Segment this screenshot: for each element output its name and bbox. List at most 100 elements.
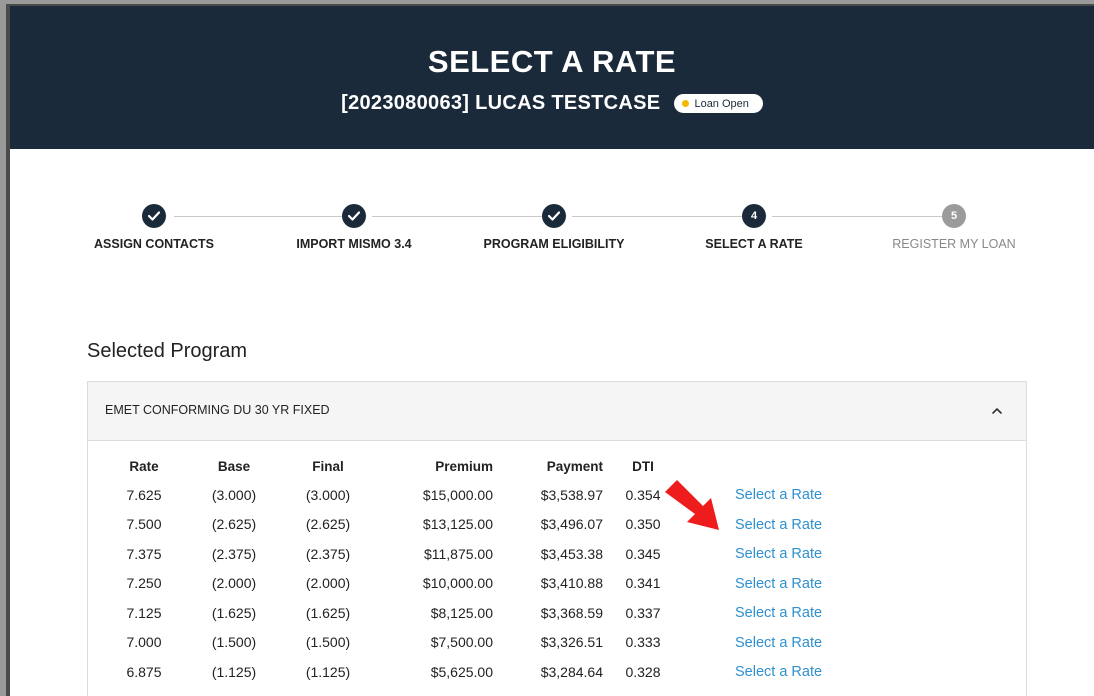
cell-payment: $3,453.38: [540, 545, 603, 562]
cell-base: (1.125): [211, 663, 257, 680]
step-import-mismo[interactable]: IMPORT MISMO 3.4: [254, 204, 454, 251]
column-spacer: [683, 452, 735, 480]
table-row: 6.875 (1.125) (1.125) $5,625.00 $3,284.6…: [108, 657, 885, 687]
cell-rate: 7.125: [126, 604, 162, 621]
cell-action: Select a Rate: [735, 657, 885, 687]
table-row: 7.125 (1.625) (1.625) $8,125.00 $3,368.5…: [108, 598, 885, 628]
program-name: EMET CONFORMING DU 30 YR FIXED: [105, 403, 330, 417]
cell-base: (1.625): [211, 604, 257, 621]
status-dot-icon: [682, 100, 690, 107]
cell-final: (1.625): [305, 604, 351, 621]
cell-rate: 7.500: [126, 516, 162, 533]
table-row: 7.625 (3.000) (3.000) $15,000.00 $3,538.…: [108, 480, 885, 510]
progress-stepper: ASSIGN CONTACTS IMPORT MISMO 3.4 PROGRAM…: [10, 204, 1070, 264]
select-rate-link[interactable]: Select a Rate: [735, 664, 822, 680]
cell-action: Select a Rate: [735, 598, 885, 628]
loan-subtitle: [2023080063] LUCAS TESTCASE Loan Open: [10, 92, 1094, 115]
step-program-eligibility[interactable]: PROGRAM ELIGIBILITY: [454, 204, 654, 251]
cell-payment: $3,538.97: [540, 486, 603, 503]
cell-payment: $3,496.07: [540, 516, 603, 533]
check-icon: [542, 204, 566, 228]
cell-base: (3.000): [211, 486, 257, 503]
cell-base: (2.000): [211, 575, 257, 592]
cell-premium: $10,000.00: [422, 575, 493, 592]
cell-action: Select a Rate: [735, 628, 885, 658]
cell-final: (2.000): [305, 575, 351, 592]
rates-table: Rate Base Final Premium Payment DTI 7.62…: [108, 452, 885, 687]
column-header-final: Final: [312, 458, 344, 474]
cell-dti: 0.341: [625, 575, 661, 592]
cell-action: Select a Rate: [735, 569, 885, 599]
step-assign-contacts[interactable]: ASSIGN CONTACTS: [54, 204, 254, 251]
table-header-row: Rate Base Final Premium Payment DTI: [108, 452, 885, 480]
section-title: Selected Program: [87, 340, 248, 362]
chevron-up-icon[interactable]: [990, 404, 1004, 418]
cell-spacer: [683, 598, 735, 628]
step-label: PROGRAM ELIGIBILITY: [483, 237, 625, 251]
cell-rate: 7.625: [126, 486, 162, 503]
select-rate-link[interactable]: Select a Rate: [735, 635, 822, 651]
program-accordion-header[interactable]: EMET CONFORMING DU 30 YR FIXED: [88, 382, 1026, 441]
table-row: 7.375 (2.375) (2.375) $11,875.00 $3,453.…: [108, 539, 885, 569]
step-label: SELECT A RATE: [705, 237, 803, 251]
program-card: EMET CONFORMING DU 30 YR FIXED Rate Base…: [87, 381, 1027, 696]
cell-final: (1.125): [305, 663, 351, 680]
select-rate-link[interactable]: Select a Rate: [735, 546, 822, 562]
step-label: REGISTER MY LOAN: [892, 237, 1016, 251]
cell-premium: $15,000.00: [422, 486, 493, 503]
cell-action: Select a Rate: [735, 539, 885, 569]
column-header-action: [735, 452, 885, 480]
cell-rate: 7.375: [126, 545, 162, 562]
cell-dti: 0.337: [625, 604, 661, 621]
step-label: ASSIGN CONTACTS: [94, 237, 214, 251]
app-window: SELECT A RATE [2023080063] LUCAS TESTCAS…: [6, 4, 1094, 696]
column-header-rate: Rate: [129, 458, 159, 474]
select-rate-link[interactable]: Select a Rate: [735, 576, 822, 592]
step-number: 4: [742, 204, 766, 228]
step-register-loan[interactable]: 5 REGISTER MY LOAN: [854, 204, 1054, 251]
status-badge: Loan Open: [674, 94, 763, 113]
table-row: 7.000 (1.500) (1.500) $7,500.00 $3,326.5…: [108, 628, 885, 658]
cell-base: (2.625): [211, 516, 257, 533]
status-badge-label: Loan Open: [694, 97, 749, 110]
red-arrow-icon: [665, 480, 719, 530]
step-label: IMPORT MISMO 3.4: [296, 237, 412, 251]
cell-final: (2.625): [305, 516, 351, 533]
check-icon: [342, 204, 366, 228]
cell-premium: $5,625.00: [430, 663, 493, 680]
step-select-rate[interactable]: 4 SELECT A RATE: [654, 204, 854, 251]
column-header-payment: Payment: [546, 458, 603, 474]
cell-action: Select a Rate: [735, 510, 885, 540]
cell-spacer: [683, 539, 735, 569]
cell-base: (2.375): [211, 545, 257, 562]
cell-payment: $3,326.51: [540, 634, 603, 651]
cell-base: (1.500): [211, 634, 257, 651]
cell-final: (1.500): [305, 634, 351, 651]
cell-spacer: [683, 657, 735, 687]
cell-dti: 0.333: [625, 634, 661, 651]
step-number: 5: [942, 204, 966, 228]
cell-premium: $7,500.00: [430, 634, 493, 651]
cell-dti: 0.328: [625, 663, 661, 680]
cell-action: Select a Rate: [735, 480, 885, 510]
column-header-base: Base: [217, 458, 251, 474]
cell-rate: 7.250: [126, 575, 162, 592]
cell-premium: $11,875.00: [423, 545, 493, 562]
cell-premium: $13,125.00: [422, 516, 493, 533]
column-header-premium: Premium: [435, 458, 493, 474]
cell-payment: $3,368.59: [540, 604, 603, 621]
cell-rate: 7.000: [126, 634, 162, 651]
table-row: 7.500 (2.625) (2.625) $13,125.00 $3,496.…: [108, 510, 885, 540]
cell-payment: $3,284.64: [540, 663, 603, 680]
cell-dti: 0.345: [625, 545, 661, 562]
cell-final: (2.375): [305, 545, 351, 562]
select-rate-link[interactable]: Select a Rate: [735, 605, 822, 621]
column-header-dti: DTI: [632, 458, 654, 474]
select-rate-link[interactable]: Select a Rate: [735, 517, 822, 533]
page-header: SELECT A RATE [2023080063] LUCAS TESTCAS…: [10, 6, 1094, 149]
cell-final: (3.000): [305, 486, 351, 503]
select-rate-link[interactable]: Select a Rate: [735, 487, 822, 503]
cell-spacer: [683, 569, 735, 599]
page-title: SELECT A RATE: [427, 44, 677, 79]
cell-premium: $8,125.00: [430, 604, 493, 621]
